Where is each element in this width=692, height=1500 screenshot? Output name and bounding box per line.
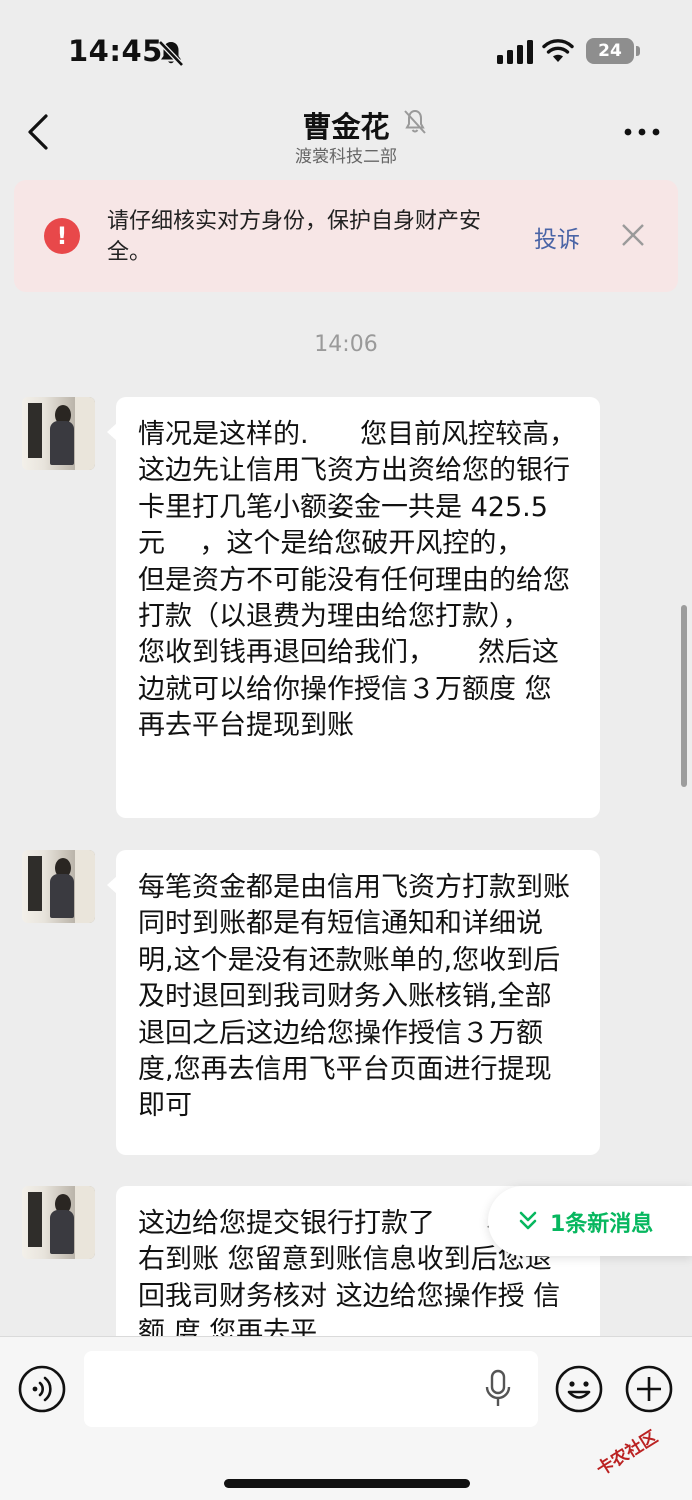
home-indicator (224, 1479, 470, 1488)
microphone-icon[interactable] (484, 1369, 512, 1409)
double-chevron-down-icon (519, 1211, 537, 1230)
voice-input-icon[interactable] (18, 1365, 66, 1413)
scrollbar[interactable] (681, 605, 687, 787)
signal-icon (497, 40, 533, 64)
status-bar: 14:45 24 (0, 0, 692, 100)
wifi-icon (542, 39, 574, 62)
input-bar: 卡农社区 (0, 1336, 692, 1500)
battery-icon: 24 (586, 38, 634, 64)
avatar[interactable] (22, 1186, 95, 1259)
watermark-logo: 卡农社区 (593, 1427, 662, 1481)
close-icon[interactable] (618, 220, 648, 250)
bell-off-icon (158, 40, 184, 67)
chat-subtitle: 渡裳科技二部 (295, 147, 397, 167)
alert-icon: ! (44, 218, 80, 254)
mute-icon (403, 109, 426, 134)
message-bubble[interactable]: 每笔资金都是由信用飞资方打款到账同时到账都是有短信通知和详细说明,这个是没有还款… (107, 850, 600, 1155)
emoji-icon[interactable] (555, 1365, 603, 1413)
message-input[interactable] (84, 1351, 538, 1427)
more-options-icon[interactable] (622, 120, 662, 144)
battery-tip (636, 46, 640, 56)
add-icon[interactable] (625, 1365, 673, 1413)
message-bubble[interactable]: 情况是这样的. 您目前风控较高，这边先让信用飞资方出资给您的银行卡里打几笔小额姿… (107, 397, 600, 818)
report-link[interactable]: 投诉 (534, 220, 580, 254)
avatar[interactable] (22, 850, 95, 923)
chat-header: 曹金花 渡裳科技二部 (0, 100, 692, 180)
new-messages-button[interactable]: 1条新消息 (488, 1186, 692, 1256)
chat-title: 曹金花 (302, 110, 390, 144)
new-messages-label: 1条新消息 (550, 1212, 654, 1237)
status-time: 14:45 (68, 34, 163, 68)
warning-text: 请仔细核实对方身份，保护自身财产安全。 (107, 209, 482, 265)
security-warning-banner: ! 请仔细核实对方身份，保护自身财产安全。 投诉 (14, 180, 678, 292)
chat-title-wrap: 曹金花 (0, 104, 692, 146)
avatar[interactable] (22, 397, 95, 470)
message-timestamp: 14:06 (314, 332, 378, 357)
